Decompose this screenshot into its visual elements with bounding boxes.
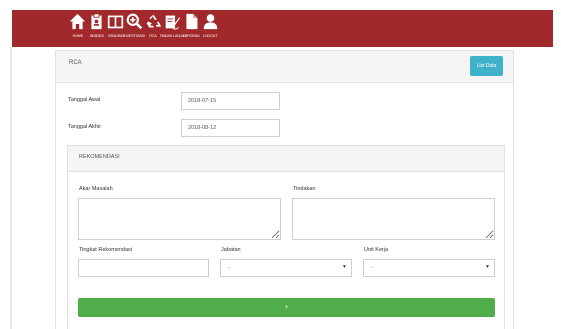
sidebar-edge (10, 47, 12, 329)
nav-logout-label: LOGOUT (203, 33, 218, 38)
tindakan-textarea[interactable] (292, 198, 495, 240)
add-rekomendasi-button[interactable]: + (78, 298, 495, 317)
clipboard-icon (91, 13, 102, 30)
nav-home-label: HOME (72, 33, 83, 38)
tingkat-rekomendasi-input[interactable] (78, 259, 209, 277)
rekomendasi-header: REKOMENDASI (68, 146, 504, 172)
akar-masalah-label: Akar Masalah (79, 186, 113, 192)
nav-home[interactable]: HOME (68, 12, 87, 45)
tindakan-label: Tindakan (293, 186, 316, 192)
recycle-icon (146, 14, 162, 28)
tingkat-rekomendasi-label: Tingkat Rekomendasi (79, 247, 132, 253)
chevron-down-icon: ▼ (485, 264, 490, 270)
chevron-down-icon: ▼ (342, 264, 347, 270)
jabatan-select[interactable]: - ▼ (220, 259, 352, 277)
nav-investigasi-label: INVESTIGASI (123, 33, 146, 38)
jabatan-select-value: - (228, 265, 230, 271)
list-data-button[interactable]: List Data (470, 56, 503, 76)
nav-logout[interactable]: LOGOUT (201, 12, 220, 45)
nav-tindak-lanjut-label: TINDAK LANJUT (159, 33, 186, 38)
unit-kerja-select[interactable]: - ▼ (363, 259, 495, 277)
nav-laporan[interactable]: LAPORAN (182, 12, 201, 45)
jabatan-label: Jabatan (221, 247, 241, 253)
nav-rca[interactable]: RCA (144, 12, 163, 45)
nav-grading[interactable]: GRADING (106, 12, 125, 45)
nav-insiden[interactable]: INSIDEN (87, 12, 106, 45)
nav-tindak-lanjut[interactable]: TINDAK LANJUT (159, 12, 186, 45)
nav-laporan-label: LAPORAN (183, 33, 200, 38)
panel-title: RCA (69, 60, 82, 66)
nav-insiden-label: INSIDEN (89, 33, 104, 38)
akar-masalah-textarea[interactable] (78, 198, 281, 240)
tanggal-awal-input[interactable]: 2018-07-15 (181, 92, 280, 110)
panel-header: RCA List Data (56, 51, 513, 83)
document-icon (186, 13, 198, 30)
unit-kerja-label: Unit Kerja (364, 247, 389, 253)
book-icon (107, 15, 124, 29)
top-navbar: HOME INSIDEN GRADING INVESTIGASI RCA TIN… (12, 10, 553, 47)
rekomendasi-title: REKOMENDASI (79, 154, 120, 160)
nav-investigasi[interactable]: INVESTIGASI (123, 12, 146, 45)
magnifier-plus-icon (126, 13, 143, 30)
unit-kerja-select-value: - (371, 265, 373, 271)
home-icon (69, 13, 86, 30)
nav-menu: HOME INSIDEN GRADING INVESTIGASI RCA TIN… (68, 12, 220, 45)
tanggal-akhir-input[interactable]: 2018-08-12 (181, 119, 280, 137)
signature-icon (165, 15, 181, 30)
user-icon (203, 14, 218, 30)
nav-grading-label: GRADING (107, 33, 124, 38)
tanggal-awal-label: Tanggal Awal (68, 97, 101, 103)
tanggal-akhir-label: Tanggal Akhir (68, 124, 102, 130)
nav-rca-label: RCA (149, 33, 158, 38)
